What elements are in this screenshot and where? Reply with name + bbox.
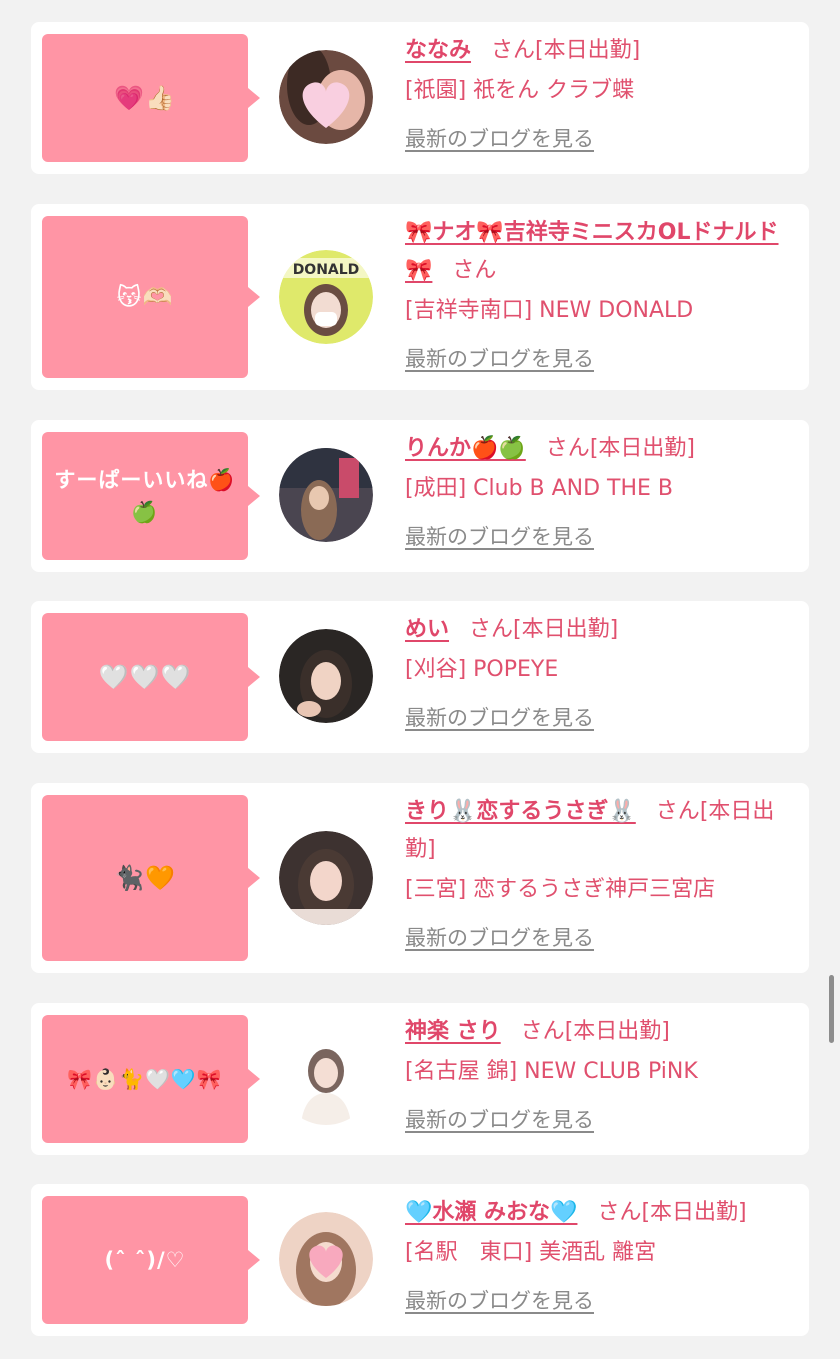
latest-blog-link[interactable]: 最新のブログを見る [405, 120, 594, 158]
cast-info: きり🐰恋するうさぎ🐰 さん[本日出勤] [三宮] 恋するうさぎ神戸三宮店 最新のブ… [405, 793, 795, 958]
message-text: 😽🫶🏻 [116, 283, 174, 311]
work-status: [本日出勤] [535, 38, 641, 63]
name-line: 🩵水瀬 みおな🩵 さん[本日出勤] [405, 1194, 795, 1232]
honorific: さん [597, 1200, 642, 1225]
message-text: 💗👍🏻 [114, 84, 176, 112]
name-line: めい さん[本日出勤] [405, 611, 795, 649]
cast-info: りんか🍎🍏 さん[本日出勤] [成田] Club B AND THE B 最新のブ… [405, 430, 795, 557]
work-status: [本日出勤] [513, 617, 619, 642]
avatar[interactable] [279, 831, 373, 925]
cast-name-link[interactable]: りんか🍎🍏 [405, 436, 526, 461]
honorific: さん [469, 617, 514, 642]
latest-blog-link[interactable]: 最新のブログを見る [405, 1282, 594, 1320]
avatar[interactable]: DONALD [279, 250, 373, 344]
message-text: 🎀👶🏻🐈🤍🩵🎀 [67, 1067, 223, 1091]
cast-name-link[interactable]: 🩵水瀬 みおな🩵 [405, 1200, 577, 1225]
latest-blog-link[interactable]: 最新のブログを見る [405, 1101, 594, 1139]
message-bubble: 😽🫶🏻 [42, 216, 260, 378]
message-bubble: 🤍🤍🤍 [42, 613, 260, 741]
avatar[interactable] [279, 448, 373, 542]
name-line: きり🐰恋するうさぎ🐰 さん[本日出勤] [405, 793, 795, 869]
work-status: [本日出勤] [589, 436, 695, 461]
cast-card[interactable]: 💗👍🏻 ななみ さん[本日出勤] [祇園] 祇をん クラブ蝶 最新のブログを見る [31, 22, 809, 174]
cast-info: ななみ さん[本日出勤] [祇園] 祇をん クラブ蝶 最新のブログを見る [405, 32, 795, 159]
cast-info: 🎀ナオ🎀吉祥寺ミニスカOLドナルド🎀 さん [吉祥寺南口] NEW DONALD … [405, 214, 795, 379]
shop-name: [祇園] 祇をん クラブ蝶 [405, 78, 635, 103]
shop-name: [三宮] 恋するうさぎ神戸三宮店 [405, 877, 716, 902]
name-line: 🎀ナオ🎀吉祥寺ミニスカOLドナルド🎀 さん [405, 214, 795, 290]
message-bubble: (ˆ ˆ)/♡ [42, 1196, 260, 1324]
message-text: すーぱーいいね🍎🍏 [54, 468, 236, 524]
latest-blog-link[interactable]: 最新のブログを見る [405, 518, 594, 556]
message-text: (ˆ ˆ)/♡ [104, 1248, 186, 1272]
work-status: [本日出勤] [641, 1200, 747, 1225]
cast-card[interactable]: (ˆ ˆ)/♡ 🩵水瀬 みおな🩵 さん[本日出勤] [名駅 東口] 美酒乱 離宮 … [31, 1184, 809, 1336]
shop-name: [成田] Club B AND THE B [405, 476, 674, 501]
honorific: さん [452, 258, 497, 283]
latest-blog-link[interactable]: 最新のブログを見る [405, 699, 594, 737]
message-bubble: 🐈‍⬛🧡 [42, 795, 260, 961]
honorific: さん [491, 38, 536, 63]
cast-card[interactable]: すーぱーいいね🍎🍏 りんか🍎🍏 さん[本日出勤] [成田] Club B AND … [31, 420, 809, 572]
cast-info: めい さん[本日出勤] [刈谷] POPEYE 最新のブログを見る [405, 611, 795, 738]
name-line: りんか🍎🍏 さん[本日出勤] [405, 430, 795, 468]
svg-text:DONALD: DONALD [293, 262, 360, 278]
cast-name-link[interactable]: ななみ [405, 38, 471, 63]
message-text: 🤍🤍🤍 [98, 663, 192, 691]
shop-name: [吉祥寺南口] NEW DONALD [405, 298, 694, 323]
scrollbar-thumb[interactable] [829, 975, 834, 1043]
name-line: 神楽 さり さん[本日出勤] [405, 1013, 795, 1051]
cast-name-link[interactable]: きり🐰恋するうさぎ🐰 [405, 799, 636, 824]
name-line: ななみ さん[本日出勤] [405, 32, 795, 70]
cast-info: 神楽 さり さん[本日出勤] [名古屋 錦] NEW CLUB PiNK 最新のブ… [405, 1013, 795, 1140]
latest-blog-link[interactable]: 最新のブログを見る [405, 919, 594, 957]
cast-card[interactable]: 🎀👶🏻🐈🤍🩵🎀 神楽 さり さん[本日出勤] [名古屋 錦] NEW CLUB P… [31, 1003, 809, 1155]
message-text: 🐈‍⬛🧡 [114, 864, 176, 892]
message-bubble: すーぱーいいね🍎🍏 [42, 432, 260, 560]
message-bubble: 💗👍🏻 [42, 34, 260, 162]
cast-card[interactable]: 🐈‍⬛🧡 きり🐰恋するうさぎ🐰 さん[本日出勤] [三宮] 恋するうさぎ神戸三宮店… [31, 783, 809, 973]
honorific: さん [520, 1019, 565, 1044]
cast-blog-list: 💗👍🏻 ななみ さん[本日出勤] [祇園] 祇をん クラブ蝶 最新のブログを見る … [0, 0, 840, 1359]
message-bubble: 🎀👶🏻🐈🤍🩵🎀 [42, 1015, 260, 1143]
avatar[interactable] [279, 1212, 373, 1306]
shop-name: [刈谷] POPEYE [405, 657, 559, 682]
shop-name: [名古屋 錦] NEW CLUB PiNK [405, 1059, 698, 1084]
avatar[interactable] [279, 1031, 373, 1125]
cast-card[interactable]: 🤍🤍🤍 めい さん[本日出勤] [刈谷] POPEYE 最新のブログを見る [31, 601, 809, 753]
cast-info: 🩵水瀬 みおな🩵 さん[本日出勤] [名駅 東口] 美酒乱 離宮 最新のブログを見… [405, 1194, 795, 1321]
avatar[interactable] [279, 50, 373, 144]
cast-name-link[interactable]: めい [405, 617, 449, 642]
shop-name: [名駅 東口] 美酒乱 離宮 [405, 1240, 657, 1265]
cast-card[interactable]: 😽🫶🏻 DONALD 🎀ナオ🎀吉祥寺ミニスカOLドナルド🎀 さん [吉祥寺南口] … [31, 204, 809, 390]
avatar[interactable] [279, 629, 373, 723]
latest-blog-link[interactable]: 最新のブログを見る [405, 340, 594, 378]
work-status: [本日出勤] [564, 1019, 670, 1044]
honorific: さん [545, 436, 590, 461]
honorific: さん [655, 799, 700, 824]
cast-name-link[interactable]: 神楽 さり [405, 1019, 501, 1044]
